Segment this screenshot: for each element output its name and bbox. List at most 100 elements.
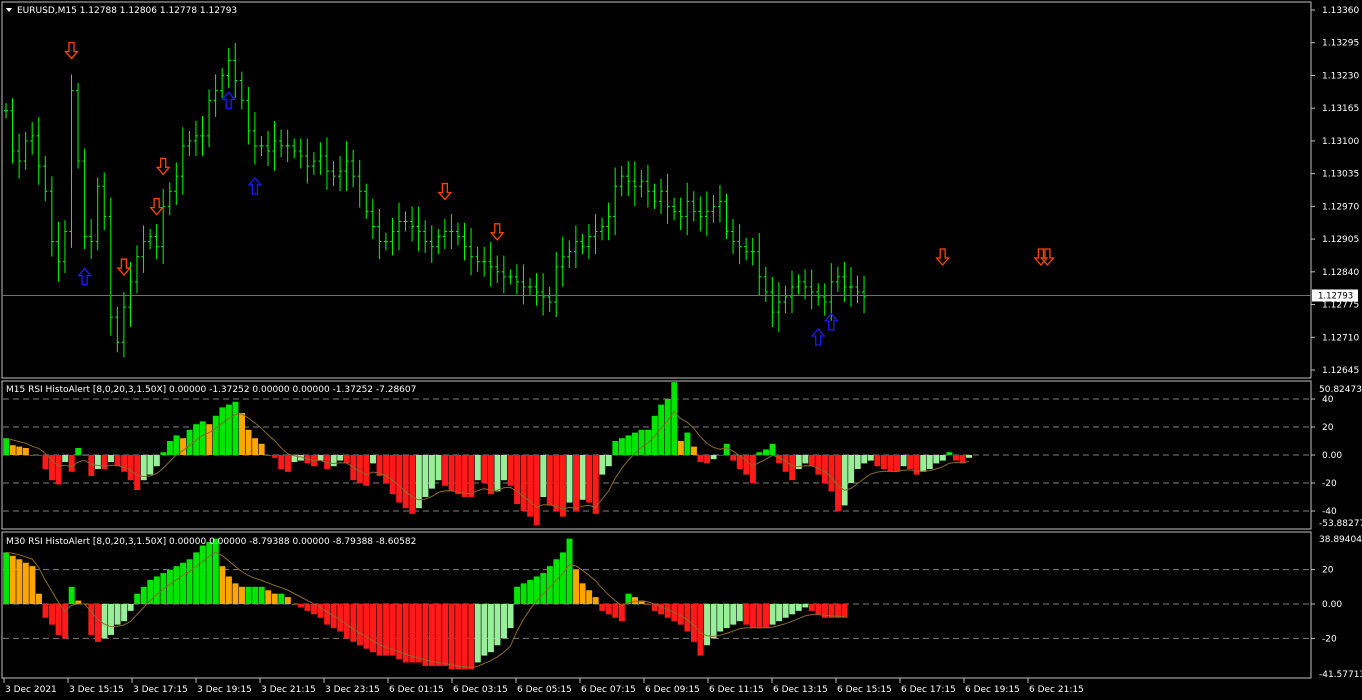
histogram-bar <box>160 452 167 455</box>
axis-tick-label: -40 <box>1322 507 1337 517</box>
m15-axis: 40 20 0.00 -20 -40 <box>1311 395 1342 517</box>
axis-tick-label: 0.00 <box>1322 600 1342 610</box>
time-label: 6 Dec 03:15 <box>453 685 508 695</box>
histogram-bar <box>75 448 82 455</box>
histogram-bar <box>710 604 717 639</box>
histogram-bar <box>966 455 973 458</box>
histogram-bar <box>35 593 42 604</box>
time-label: 3 Dec 21:15 <box>261 685 316 695</box>
histogram-bar <box>481 455 488 483</box>
histogram-bar <box>343 604 350 639</box>
histogram-bar <box>763 449 769 455</box>
histogram-bar <box>206 424 213 455</box>
histogram-bar <box>795 604 802 611</box>
price-tick-label: 1.13360 <box>1322 6 1359 16</box>
histogram-bar <box>697 455 704 462</box>
histogram-bar <box>186 559 193 604</box>
histogram-bar <box>422 455 429 497</box>
histogram-bar <box>690 446 697 455</box>
histogram-bar <box>127 455 134 481</box>
histogram-bar <box>618 438 625 455</box>
histogram-bar <box>802 455 809 464</box>
histogram-bar <box>245 586 252 604</box>
histogram-bar <box>68 586 75 604</box>
histogram-bar <box>677 441 684 455</box>
histogram-bar <box>520 455 527 511</box>
histogram-bar <box>573 455 580 511</box>
price-tick-label: 1.12710 <box>1322 333 1359 343</box>
histogram-bar <box>193 552 200 604</box>
histogram-bar <box>239 413 245 455</box>
time-label: 6 Dec 19:15 <box>965 685 1020 695</box>
time-label: 6 Dec 17:15 <box>901 685 956 695</box>
histogram-bar <box>507 455 514 486</box>
histogram-bar <box>730 604 737 625</box>
histogram-bar <box>114 455 121 467</box>
histogram-bar <box>81 455 88 456</box>
axis-tick-label: 20 <box>1322 566 1334 576</box>
histogram-bar <box>278 593 285 604</box>
histogram-bar <box>337 455 344 461</box>
histogram-bar <box>704 604 711 646</box>
price-tick-label: 1.12645 <box>1322 366 1359 376</box>
histogram-bar <box>815 455 822 475</box>
axis-tick-label: 40 <box>1322 395 1334 405</box>
histogram-bar <box>933 455 940 464</box>
histogram-bar <box>743 604 750 625</box>
histogram-bar <box>219 407 226 455</box>
histogram-bar <box>566 455 573 503</box>
histogram-bar <box>848 455 855 483</box>
histogram-bar <box>527 455 534 517</box>
histogram-bar <box>35 455 42 456</box>
price-panel[interactable] <box>1 1 1312 379</box>
histogram-bar <box>337 604 344 632</box>
histogram-bar <box>756 452 763 455</box>
histogram-bar <box>343 455 350 464</box>
axis-tick-label: -20 <box>1322 479 1337 489</box>
histogram-bar <box>108 455 114 462</box>
axis-tick-label: 20 <box>1322 423 1334 433</box>
histogram-bar <box>487 455 494 495</box>
histogram-bar <box>186 429 193 455</box>
histogram-bar <box>29 566 36 604</box>
histogram-bar <box>841 604 848 618</box>
histogram-bar <box>501 604 507 639</box>
histogram-bar <box>559 552 566 604</box>
histogram-bar <box>756 604 763 629</box>
mt4-chart-window[interactable]: 1.13360 1.13295 1.13230 1.13165 1.13100 1.130… <box>0 0 1362 700</box>
histogram-bar <box>815 604 822 615</box>
m30-axis: 20 0.00 -20 <box>1311 566 1342 644</box>
histogram-bar <box>108 604 114 635</box>
histogram-bar <box>284 455 291 472</box>
histogram-bar <box>802 604 809 608</box>
histogram-bar <box>907 455 914 469</box>
histogram-bar <box>487 604 494 653</box>
histogram-bar <box>383 455 390 483</box>
histogram-bar <box>166 441 173 455</box>
m15-panel-title: M15 RSI HistoAlert [8,0,20,3,1.50X] 0.00… <box>6 385 416 395</box>
histogram-bar <box>363 455 370 486</box>
price-tick-label: 1.12970 <box>1322 202 1359 212</box>
histogram-bar <box>684 432 691 455</box>
histogram-bar <box>586 590 593 604</box>
histogram-bar <box>278 455 285 469</box>
histogram-bar <box>284 597 291 604</box>
histogram-bar <box>442 455 449 486</box>
histogram-bar <box>94 604 101 642</box>
histogram-bar <box>363 604 370 649</box>
histogram-bar <box>101 455 108 469</box>
histogram-bar <box>559 455 566 517</box>
histogram-bar <box>121 455 128 472</box>
histogram-bar <box>632 597 638 604</box>
time-label: 6 Dec 21:15 <box>1029 685 1084 695</box>
histogram-bar <box>42 604 49 618</box>
price-axis: 1.13360 1.13295 1.13230 1.13165 1.13100 1.130… <box>1311 6 1359 376</box>
histogram-bar <box>612 604 619 618</box>
histogram-bar <box>88 455 95 476</box>
histogram-bar <box>514 586 521 604</box>
histogram-bar <box>546 455 553 506</box>
histogram-bar <box>317 455 324 461</box>
histogram-bar <box>127 604 134 611</box>
histogram-bar <box>271 455 278 458</box>
histogram-bar <box>199 545 206 604</box>
